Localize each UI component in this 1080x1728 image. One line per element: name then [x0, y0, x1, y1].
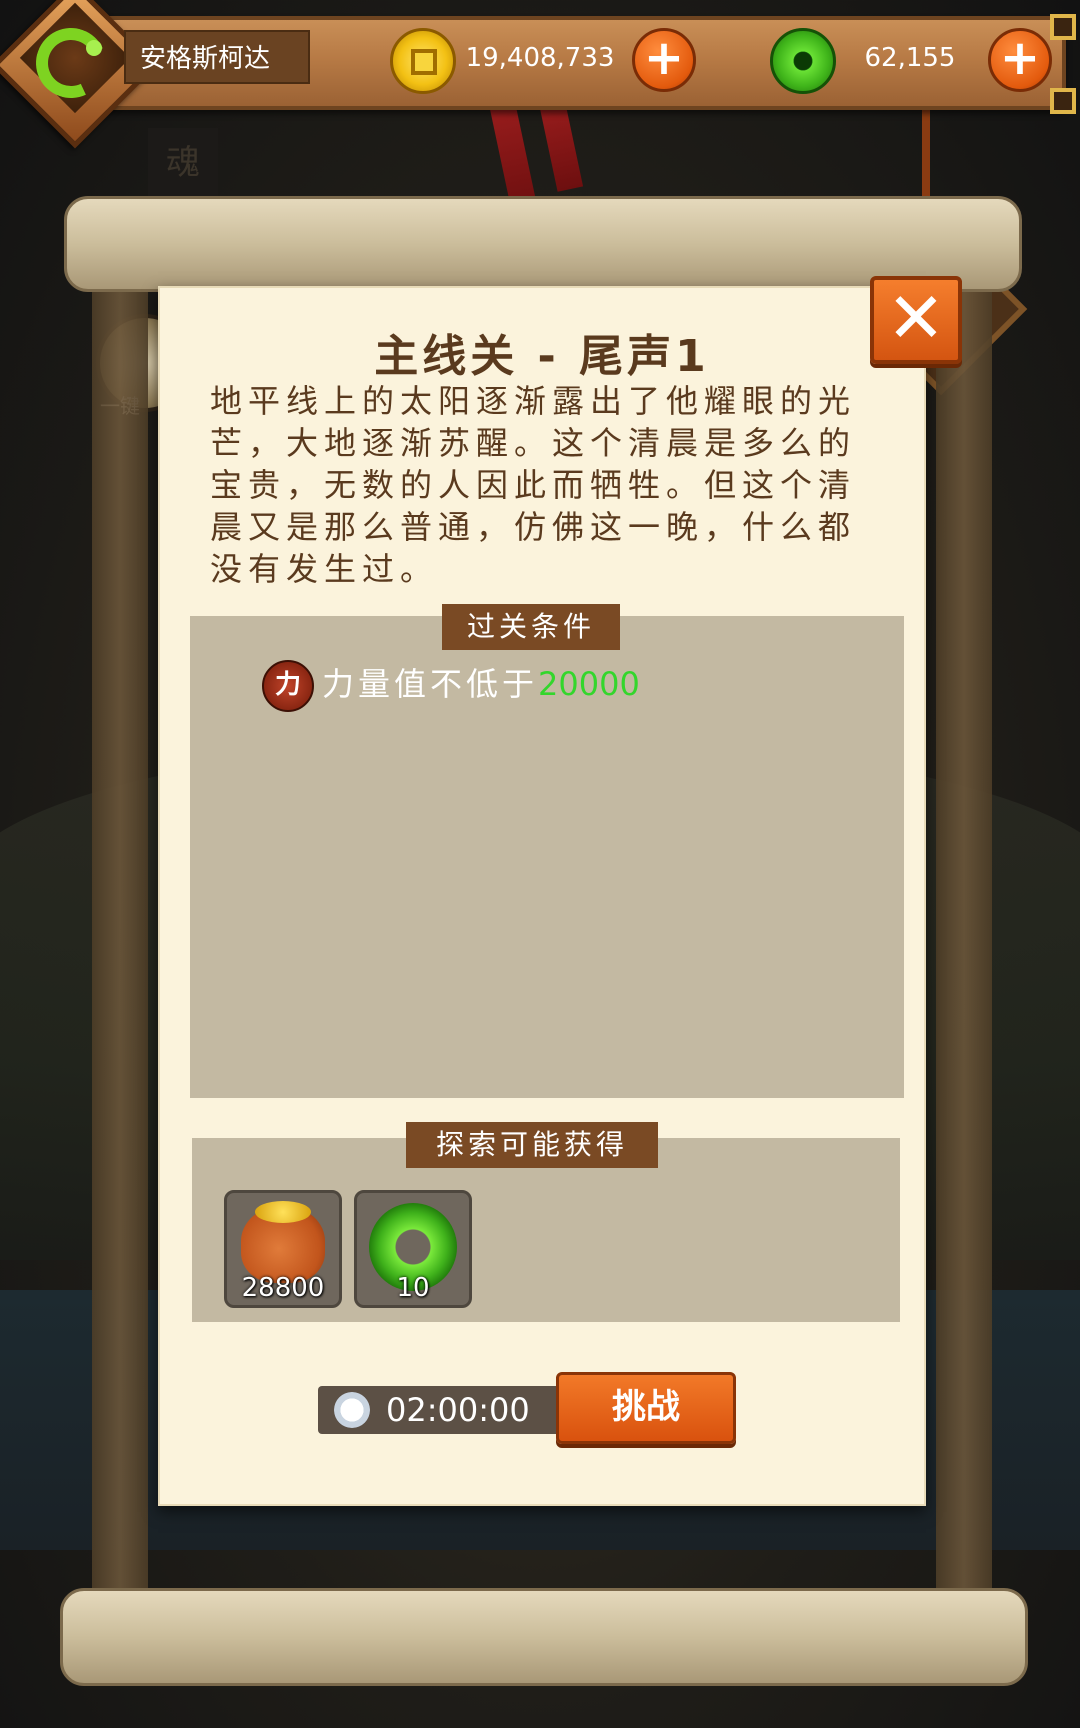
jade-ring-icon	[770, 28, 836, 94]
background-soul-tag: 魂	[148, 128, 218, 198]
condition-value: 20000	[538, 665, 640, 703]
jade-amount: 62,155	[864, 43, 956, 73]
dragon-head-icon	[86, 40, 102, 56]
reward-item-jade[interactable]: 10	[354, 1190, 472, 1308]
scroll-side-left	[92, 270, 148, 1610]
bar-corner-ornament	[1050, 88, 1076, 114]
stopwatch-icon	[334, 1392, 370, 1428]
challenge-button[interactable]: 挑战	[556, 1372, 736, 1444]
condition-label: 力量值不低于	[322, 665, 539, 703]
challenge-timer: 02:00:00	[318, 1386, 568, 1434]
reward-item-gold-bag[interactable]: 28800	[224, 1190, 342, 1308]
scroll-side-right	[936, 270, 992, 1610]
clear-conditions-header: 过关条件	[442, 604, 620, 650]
possible-rewards-header: 探索可能获得	[406, 1122, 658, 1168]
gold-coins-icon	[255, 1201, 311, 1223]
stage-title: 主线关 - 尾声1	[374, 331, 710, 382]
scroll-rod-bottom	[60, 1588, 1028, 1686]
reward-amount: 28800	[241, 1273, 325, 1303]
reward-amount: 10	[396, 1273, 430, 1303]
player-name: 安格斯柯达	[124, 30, 310, 84]
bar-corner-ornament	[1050, 14, 1076, 40]
add-jade-button[interactable]: +	[988, 28, 1052, 92]
timer-value: 02:00:00	[386, 1391, 530, 1429]
stage-story-text: 地平线上的太阳逐渐露出了他耀眼的光芒，大地逐渐苏醒。这个清晨是多么的宝贵，无数的…	[210, 382, 857, 588]
background-banner	[488, 98, 538, 212]
condition-text: 力量值不低于20000	[322, 662, 640, 706]
gold-coin-icon	[390, 28, 456, 94]
power-icon: 力	[262, 660, 314, 712]
gold-amount: 19,408,733	[465, 43, 615, 73]
background-banner	[538, 98, 584, 192]
add-gold-button[interactable]: +	[632, 28, 696, 92]
